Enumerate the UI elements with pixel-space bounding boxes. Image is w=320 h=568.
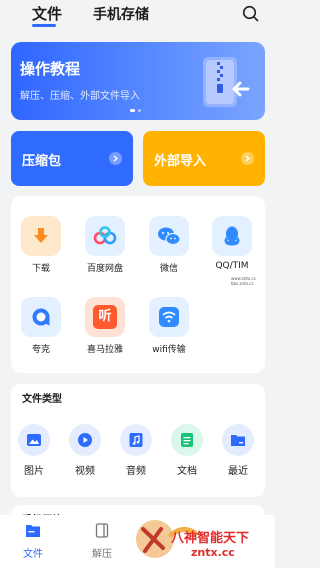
file-type-label: 文档 (177, 466, 197, 477)
zip-file-icon (203, 57, 250, 107)
app-qq-tim[interactable]: QQ/TIM (202, 216, 262, 278)
tab-files[interactable]: 文件 (32, 3, 62, 24)
pagination-dot (138, 109, 141, 112)
banner-subtitle: 解压、压缩、外部文件导入 (20, 91, 140, 102)
baidu-pan-icon (85, 216, 125, 256)
chevron-right-icon (109, 152, 122, 165)
banner-pagination (130, 109, 141, 112)
app-ximalaya[interactable]: 听 喜马拉雅 (75, 297, 135, 359)
app-label: 下载 (31, 264, 50, 274)
nav-files[interactable]: 文件 (13, 523, 53, 560)
file-type-label: 视频 (75, 466, 95, 477)
chevron-right-icon (241, 152, 254, 165)
file-type-documents[interactable]: 文档 (167, 424, 207, 477)
pagination-dot (130, 109, 135, 112)
tab-phone-storage[interactable]: 手机存储 (93, 4, 149, 24)
active-tab-indicator (32, 24, 56, 27)
qq-icon (212, 216, 252, 256)
top-tab-bar: 文件 手机存储 (0, 0, 275, 32)
watermark-text: www.zntx.cc bbs.zntx.cc (231, 276, 261, 286)
book-icon (95, 523, 109, 538)
folder-icon (222, 424, 254, 456)
file-type-label: 图片 (24, 466, 44, 477)
nav-extract[interactable]: 解压 (82, 523, 122, 560)
search-button[interactable] (239, 2, 261, 24)
wechat-icon (149, 216, 189, 256)
app-label: 微信 (159, 264, 178, 274)
file-types-title: 文件类型 (22, 394, 62, 405)
file-type-label: 音频 (126, 466, 146, 477)
nav-label: 解压 (92, 549, 112, 560)
app-download[interactable]: 下载 (11, 216, 71, 278)
music-icon (120, 424, 152, 456)
tutorial-banner[interactable]: 操作教程 解压、压缩、外部文件导入 (11, 42, 265, 120)
watermark-brand: 八神智能天下 (171, 531, 250, 546)
compress-archive-button[interactable]: 压缩包 (11, 131, 133, 186)
file-type-recent[interactable]: 最近 (218, 424, 258, 477)
nav-label: 文件 (23, 549, 43, 560)
app-quark[interactable]: 夸克 (11, 297, 71, 359)
quark-icon (21, 297, 61, 337)
folder-icon (26, 525, 40, 537)
app-label: 夸克 (31, 345, 50, 355)
external-import-button[interactable]: 外部导入 (143, 131, 265, 186)
app-baidu-pan[interactable]: 百度网盘 (75, 216, 135, 278)
compress-archive-label: 压缩包 (22, 154, 62, 169)
external-import-label: 外部导入 (154, 154, 207, 169)
download-icon (21, 216, 61, 256)
app-wechat[interactable]: 微信 (139, 216, 199, 278)
app-label: QQ/TIM (215, 261, 249, 271)
banner-title: 操作教程 (20, 60, 81, 78)
search-icon (242, 5, 258, 21)
file-type-videos[interactable]: 视频 (65, 424, 105, 477)
document-icon (171, 424, 203, 456)
app-wifi-transfer[interactable]: wifi传输 (139, 297, 199, 359)
file-type-images[interactable]: 图片 (14, 424, 54, 477)
watermark-url: zntx.cc (191, 546, 235, 559)
wifi-icon (149, 297, 189, 337)
site-watermark-logo: 八神智能天下 zntx.cc (133, 515, 275, 568)
app-label: 喜马拉雅 (86, 345, 123, 355)
image-icon (18, 424, 50, 456)
app-label: 百度网盘 (86, 264, 123, 274)
video-icon (69, 424, 101, 456)
ximalaya-icon: 听 (85, 297, 125, 337)
file-type-audio[interactable]: 音频 (116, 424, 156, 477)
watermark-line: bbs.zntx.cc (231, 281, 254, 286)
app-label: wifi传输 (152, 345, 186, 355)
file-type-label: 最近 (228, 466, 248, 477)
